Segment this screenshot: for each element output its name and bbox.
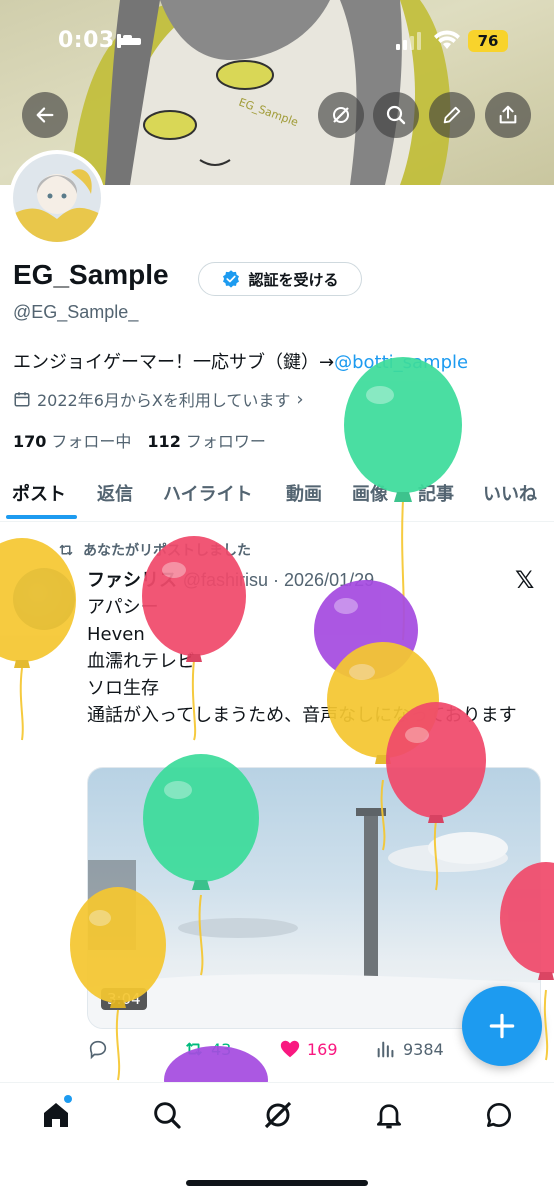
- tab-articles[interactable]: 記事: [418, 480, 454, 506]
- home-indicator: [186, 1180, 368, 1186]
- search-icon[interactable]: [151, 1099, 183, 1131]
- profile-bio: エンジョイゲーマー！一応サブ（鍵）→@botti_sample: [13, 348, 468, 374]
- joined-date[interactable]: 2022年6月からXを利用しています ›: [13, 387, 304, 411]
- search-button[interactable]: [373, 92, 419, 138]
- wifi-icon: [434, 30, 460, 49]
- home-icon[interactable]: [40, 1099, 72, 1131]
- compose-post-button[interactable]: [462, 986, 542, 1066]
- tweet-header[interactable]: ファシリス @fashirisu · 2026/01/29: [87, 566, 374, 592]
- views-icon: [377, 1041, 394, 1058]
- status-time: 0:03: [58, 28, 115, 53]
- tweet-author-avatar[interactable]: [13, 568, 75, 630]
- share-icon: [499, 105, 517, 124]
- tweet-line: ソロ生存: [87, 678, 159, 699]
- signal-icon: [396, 32, 421, 50]
- tab-photos[interactable]: 画像: [352, 480, 388, 506]
- pencil-icon: [443, 106, 461, 124]
- edit-button[interactable]: [429, 92, 475, 138]
- profile-handle: @EG_Sample_: [13, 302, 139, 322]
- tweet-author-meta: @fashirisu · 2026/01/29: [182, 570, 375, 590]
- repost-label: あなたがリポストしました: [57, 540, 251, 560]
- retweet-icon: [186, 1042, 202, 1056]
- retweet-button[interactable]: 43: [183, 1038, 231, 1060]
- avatar[interactable]: [9, 150, 105, 246]
- get-verified-button[interactable]: 認証を受ける: [198, 262, 362, 296]
- tab-highlights[interactable]: ハイライト: [163, 480, 253, 506]
- tweet-line: アパシー: [87, 597, 159, 618]
- bio-text: エンジョイゲーマー！一応サブ（鍵）→: [13, 352, 335, 373]
- profile-tabs: ポスト 返信 ハイライト 動画 画像 記事 いいね: [0, 468, 554, 522]
- grok-icon[interactable]: [262, 1099, 294, 1131]
- tab-replies[interactable]: 返信: [97, 480, 133, 506]
- chevron-right-icon: ›: [296, 388, 304, 410]
- notification-dot: [64, 1095, 72, 1103]
- like-count: 169: [307, 1039, 338, 1059]
- grok-button[interactable]: [318, 92, 364, 138]
- battery-indicator: 76: [468, 30, 508, 52]
- tab-videos[interactable]: 動画: [286, 480, 322, 506]
- get-verified-label: 認証を受ける: [248, 270, 339, 289]
- tab-posts[interactable]: ポスト: [12, 480, 66, 506]
- x-logo-icon: 𝕏: [515, 566, 535, 594]
- heart-icon: [280, 1040, 300, 1058]
- verified-badge-icon: [223, 270, 240, 288]
- views-button[interactable]: 9384: [375, 1038, 444, 1060]
- plus-icon: [489, 1013, 515, 1039]
- reply-button[interactable]: [87, 1038, 109, 1060]
- search-icon: [386, 105, 406, 125]
- status-bar: 0:03 76: [0, 0, 554, 80]
- reply-icon: [89, 1040, 107, 1060]
- tweet-text: アパシー Heven 血濡れテレビ ソロ生存 通話が入ってしまうため、音声なしに…: [87, 594, 532, 729]
- calendar-icon: [14, 392, 30, 407]
- tweet-line: Heven: [87, 624, 145, 645]
- bell-icon[interactable]: [373, 1099, 405, 1131]
- profile-name: EG_Sample: [13, 259, 169, 290]
- like-button[interactable]: 169: [279, 1038, 338, 1060]
- tweet-video[interactable]: [87, 767, 541, 1029]
- followers-link[interactable]: 112 フォロワー: [147, 428, 265, 452]
- tab-likes[interactable]: いいね: [483, 480, 537, 506]
- follow-stats: 170 フォロー中 112 フォロワー: [13, 428, 266, 452]
- share-button[interactable]: [485, 92, 531, 138]
- sleep-icon: [117, 34, 141, 48]
- back-button[interactable]: [22, 92, 68, 138]
- arrow-left-icon: [36, 107, 54, 123]
- joined-text: 2022年6月からXを利用しています: [37, 391, 291, 410]
- view-count: 9384: [403, 1039, 444, 1059]
- messages-icon[interactable]: [483, 1099, 515, 1131]
- tweet-line: 通話が入ってしまうため、音声なしになっております: [87, 705, 517, 726]
- tweet-line: 血濡れテレビ: [87, 651, 195, 672]
- tweet-author-name: ファシリス: [87, 570, 177, 591]
- video-duration: 3:04: [101, 988, 147, 1010]
- repost-icon: [59, 544, 73, 556]
- bio-link[interactable]: @botti_sample: [334, 352, 468, 373]
- retweet-count: 43: [211, 1039, 232, 1059]
- active-tab-indicator: [6, 515, 77, 519]
- grok-icon: [333, 107, 349, 123]
- following-link[interactable]: 170 フォロー中: [13, 428, 131, 452]
